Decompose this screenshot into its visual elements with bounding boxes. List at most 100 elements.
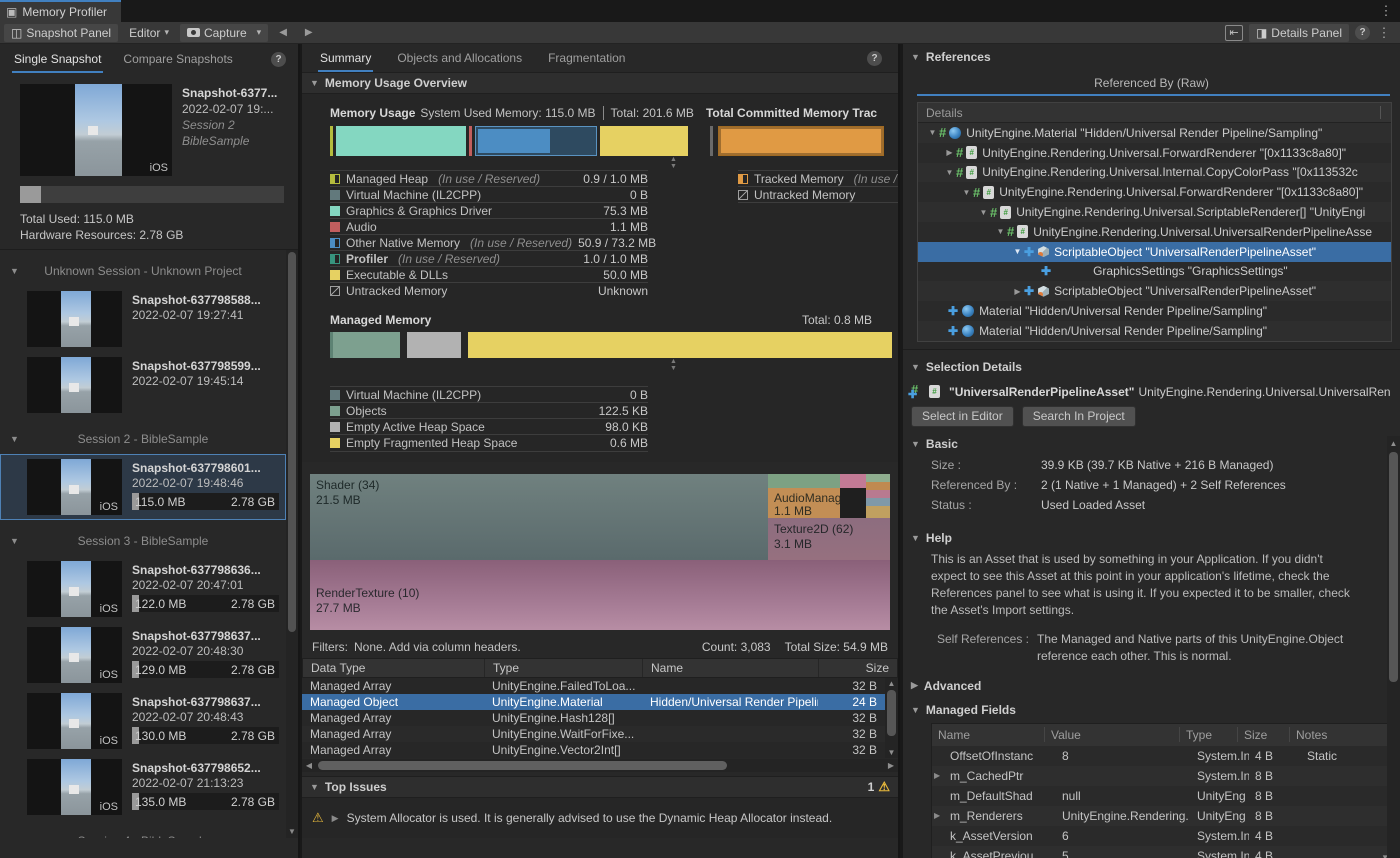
foldout-triangle-icon[interactable]: ▶ <box>943 148 956 157</box>
field-row[interactable]: k_AssetPreviou 5 System.In 4 B <box>932 846 1391 858</box>
legend-row[interactable]: Executable & DLLs 50.0 MB <box>330 267 648 283</box>
snapshot-item-selected[interactable]: iOS Snapshot-637798601... 2022-02-07 19:… <box>0 454 286 520</box>
back-arrow-button[interactable]: ◀ <box>272 27 294 38</box>
tab-objects-and-allocations[interactable]: Objects and Allocations <box>395 45 524 72</box>
legend-row[interactable]: Untracked Memory Unknown <box>330 283 648 299</box>
sidebar-help-icon[interactable]: ? <box>271 52 286 67</box>
column-header-size[interactable]: Size <box>819 659 897 677</box>
scroll-right-icon[interactable]: ▶ <box>884 761 898 770</box>
snapshot-item[interactable]: iOS Snapshot-637798637... 2022-02-07 20:… <box>0 688 286 754</box>
help-section-header[interactable]: ▼ Help <box>903 527 1400 549</box>
total-committed-memory-bar[interactable] <box>718 126 884 156</box>
table-row[interactable]: Managed Array UnityEngine.WaitForFixe...… <box>302 726 885 742</box>
table-row[interactable]: Managed Array UnityEngine.FailedToLoa...… <box>302 678 885 694</box>
reference-row[interactable]: ▶ ✚ ScriptableObject "UniversalRenderPip… <box>918 281 1391 301</box>
legend-row[interactable]: Graphics & Graphics Driver 75.3 MB <box>330 203 648 219</box>
memory-treemap[interactable]: Shader (34) 21.5 MB AudioManag 1.1 MB Te… <box>310 474 890 630</box>
expand-triangle-icon[interactable]: ▶ <box>934 771 944 780</box>
window-tab-memory-profiler[interactable]: ▣ Memory Profiler <box>0 0 121 22</box>
collapse-panel-icon[interactable]: ⇤ <box>1225 25 1243 41</box>
legend-row[interactable]: Tracked Memory (In use / R <box>738 171 900 187</box>
help-icon[interactable]: ? <box>1355 25 1370 40</box>
legend-row[interactable]: Objects 122.5 KB <box>330 403 648 419</box>
legend-row[interactable]: Virtual Machine (IL2CPP) 0 B <box>330 387 648 403</box>
foldout-triangle-icon[interactable]: ▶ <box>1011 287 1024 296</box>
treemap-misc-green-block[interactable] <box>768 474 840 488</box>
window-menu-icon[interactable]: ⋮ <box>1378 3 1394 19</box>
expand-triangle-icon[interactable]: ▶ <box>934 811 944 820</box>
foldout-triangle-icon[interactable]: ▼ <box>977 208 990 217</box>
basic-section-header[interactable]: ▼ Basic <box>903 433 1400 455</box>
legend-row[interactable]: Virtual Machine (IL2CPP) 0 B <box>330 187 648 203</box>
tab-referenced-by-raw[interactable]: Referenced By (Raw) <box>1094 76 1209 96</box>
tab-fragmentation[interactable]: Fragmentation <box>546 45 627 72</box>
treemap-texture2d-block[interactable]: Texture2D (62) 3.1 MB <box>768 518 890 560</box>
memory-usage-overview-header[interactable]: ▼ Memory Usage Overview <box>302 72 898 94</box>
forward-arrow-button[interactable]: ▶ <box>298 27 320 38</box>
managed-fields-header[interactable]: ▼ Managed Fields <box>903 699 1400 721</box>
column-header-name[interactable]: Name <box>932 727 1044 742</box>
references-header[interactable]: ▼ References <box>903 44 1400 70</box>
field-row[interactable]: k_AssetVersion 6 System.In 4 B <box>932 826 1391 846</box>
tab-summary[interactable]: Summary <box>318 45 373 72</box>
foldout-triangle-icon[interactable]: ▼ <box>926 128 939 137</box>
column-header-notes[interactable]: Notes <box>1289 727 1391 742</box>
reference-row[interactable]: ▼ # # UnityEngine.Rendering.Universal.Fo… <box>918 182 1391 202</box>
details-column-header[interactable]: Details <box>918 103 1391 123</box>
field-row[interactable]: ▶ m_Renderers UnityEngine.Rendering. Uni… <box>932 806 1391 826</box>
table-hscrollbar[interactable]: ◀ ▶ <box>302 759 898 772</box>
top-issues-header[interactable]: ▼ Top Issues 1 ⚠ <box>302 776 898 798</box>
snapshot-panel-button[interactable]: ◫ Snapshot Panel <box>4 24 118 42</box>
tab-compare-snapshots[interactable]: Compare Snapshots <box>121 46 234 73</box>
column-header-size[interactable]: Size <box>1237 727 1289 742</box>
reference-row[interactable]: ✚ Material "Hidden/Universal Render Pipe… <box>918 301 1391 321</box>
reference-row[interactable]: ▼ # UnityEngine.Material "Hidden/Univers… <box>918 123 1391 143</box>
table-row-selected[interactable]: Managed Object UnityEngine.Material Hidd… <box>302 694 885 710</box>
foldout-triangle-icon[interactable]: ▼ <box>960 188 973 197</box>
field-row[interactable]: ▶ m_CachedPtr System.In 8 B <box>932 766 1391 786</box>
reference-row[interactable]: ▼ # # UnityEngine.Rendering.Universal.Sc… <box>918 202 1391 222</box>
column-header-data-type[interactable]: Data Type <box>303 659 485 677</box>
table-scrollbar[interactable]: ▲ ▼ <box>885 678 898 758</box>
legend-row[interactable]: Empty Active Heap Space 98.0 KB <box>330 419 648 435</box>
reference-row[interactable]: ▼ # # UnityEngine.Rendering.Universal.Un… <box>918 222 1391 242</box>
details-panel-button[interactable]: ◨ Details Panel <box>1249 24 1349 42</box>
selection-details-header[interactable]: ▼ Selection Details <box>903 354 1400 380</box>
table-row[interactable]: Managed Array UnityEngine.Hash128[] 32 B <box>302 710 885 726</box>
snapshot-item[interactable]: iOS Snapshot-637798652... 2022-02-07 21:… <box>0 754 286 820</box>
table-row[interactable]: Managed Array UnityEngine.Vector2Int[] 3… <box>302 742 885 758</box>
legend-row[interactable]: Profiler (In use / Reserved) 1.0 / 1.0 M… <box>330 251 648 267</box>
legend-row[interactable]: Empty Fragmented Heap Space 0.6 MB <box>330 435 648 451</box>
scroll-up-icon[interactable]: ▲ <box>1387 439 1400 448</box>
sidebar-scrollbar[interactable]: ▼ <box>286 250 298 838</box>
field-row[interactable]: m_DefaultShad null UnityEng 8 B <box>932 786 1391 806</box>
legend-row[interactable]: Untracked Memory <box>738 187 900 203</box>
treemap-rendertexture-block[interactable]: RenderTexture (10) 27.7 MB <box>310 560 890 630</box>
search-in-project-button[interactable]: Search In Project <box>1022 406 1136 427</box>
reference-row[interactable]: ▶ # # UnityEngine.Rendering.Universal.Fo… <box>918 143 1391 163</box>
expand-triangle-icon[interactable]: ▶ <box>332 813 339 824</box>
column-header-value[interactable]: Value <box>1044 727 1179 742</box>
snapshot-item[interactable]: Snapshot-637798588... 2022-02-07 19:27:4… <box>0 286 286 352</box>
session-header-4[interactable]: ▼ Session 4 - BibleSample <box>0 826 286 838</box>
snapshot-item[interactable]: iOS Snapshot-637798636... 2022-02-07 20:… <box>0 556 286 622</box>
reference-row[interactable]: ✚ Material "Hidden/Universal Render Pipe… <box>918 321 1391 341</box>
foldout-triangle-icon[interactable]: ▼ <box>1011 247 1024 256</box>
session-header-unknown[interactable]: ▼ Unknown Session - Unknown Project <box>0 256 286 286</box>
legend-row[interactable]: Other Native Memory (In use / Reserved) … <box>330 235 648 251</box>
capture-button[interactable]: Capture ▾ <box>180 24 268 42</box>
advanced-section-header[interactable]: ▶ Advanced <box>903 669 1400 699</box>
select-in-editor-button[interactable]: Select in Editor <box>911 406 1014 427</box>
snapshot-item[interactable]: iOS Snapshot-637798637... 2022-02-07 20:… <box>0 622 286 688</box>
scroll-left-icon[interactable]: ◀ <box>302 761 316 770</box>
details-scrollbar[interactable]: ▲ <box>1387 436 1400 858</box>
reference-row[interactable]: ✚ GraphicsSettings "GraphicsSettings" <box>918 262 1391 282</box>
summary-help-icon[interactable]: ? <box>867 51 882 66</box>
toolbar-menu-icon[interactable]: ⋮ <box>1376 25 1392 41</box>
session-header-3[interactable]: ▼ Session 3 - BibleSample <box>0 526 286 556</box>
memory-usage-bar[interactable] <box>330 126 698 156</box>
column-header-name[interactable]: Name <box>643 659 819 677</box>
treemap-shader-block[interactable]: Shader (34) 21.5 MB <box>310 474 768 560</box>
scroll-down-icon[interactable]: ▼ <box>286 827 298 836</box>
column-header-type[interactable]: Type <box>1179 727 1237 742</box>
